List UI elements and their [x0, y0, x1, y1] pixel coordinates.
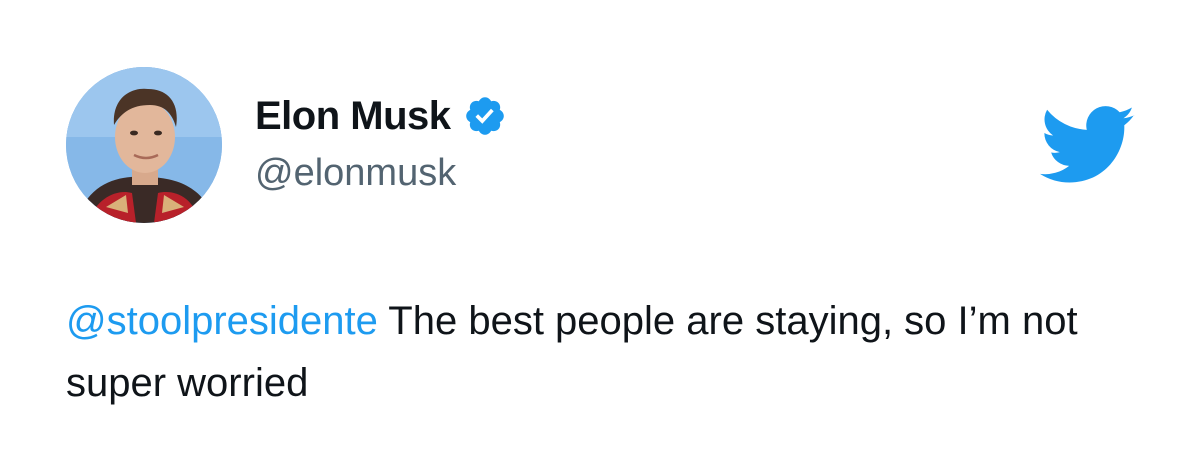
tweet-card: Elon Musk @elonmusk @stoolpresidente The… — [0, 0, 1200, 454]
user-handle[interactable]: @elonmusk — [255, 150, 507, 196]
name-row: Elon Musk — [255, 92, 507, 140]
avatar-photo — [66, 67, 222, 223]
display-name[interactable]: Elon Musk — [255, 92, 451, 140]
author-info: Elon Musk @elonmusk — [255, 92, 507, 196]
twitter-bird-icon — [1040, 106, 1136, 184]
avatar[interactable] — [66, 67, 222, 223]
tweet-text: @stoolpresidente The best people are sta… — [66, 290, 1146, 414]
mention-link[interactable]: @stoolpresidente — [66, 299, 378, 343]
verified-badge-icon — [463, 94, 507, 138]
